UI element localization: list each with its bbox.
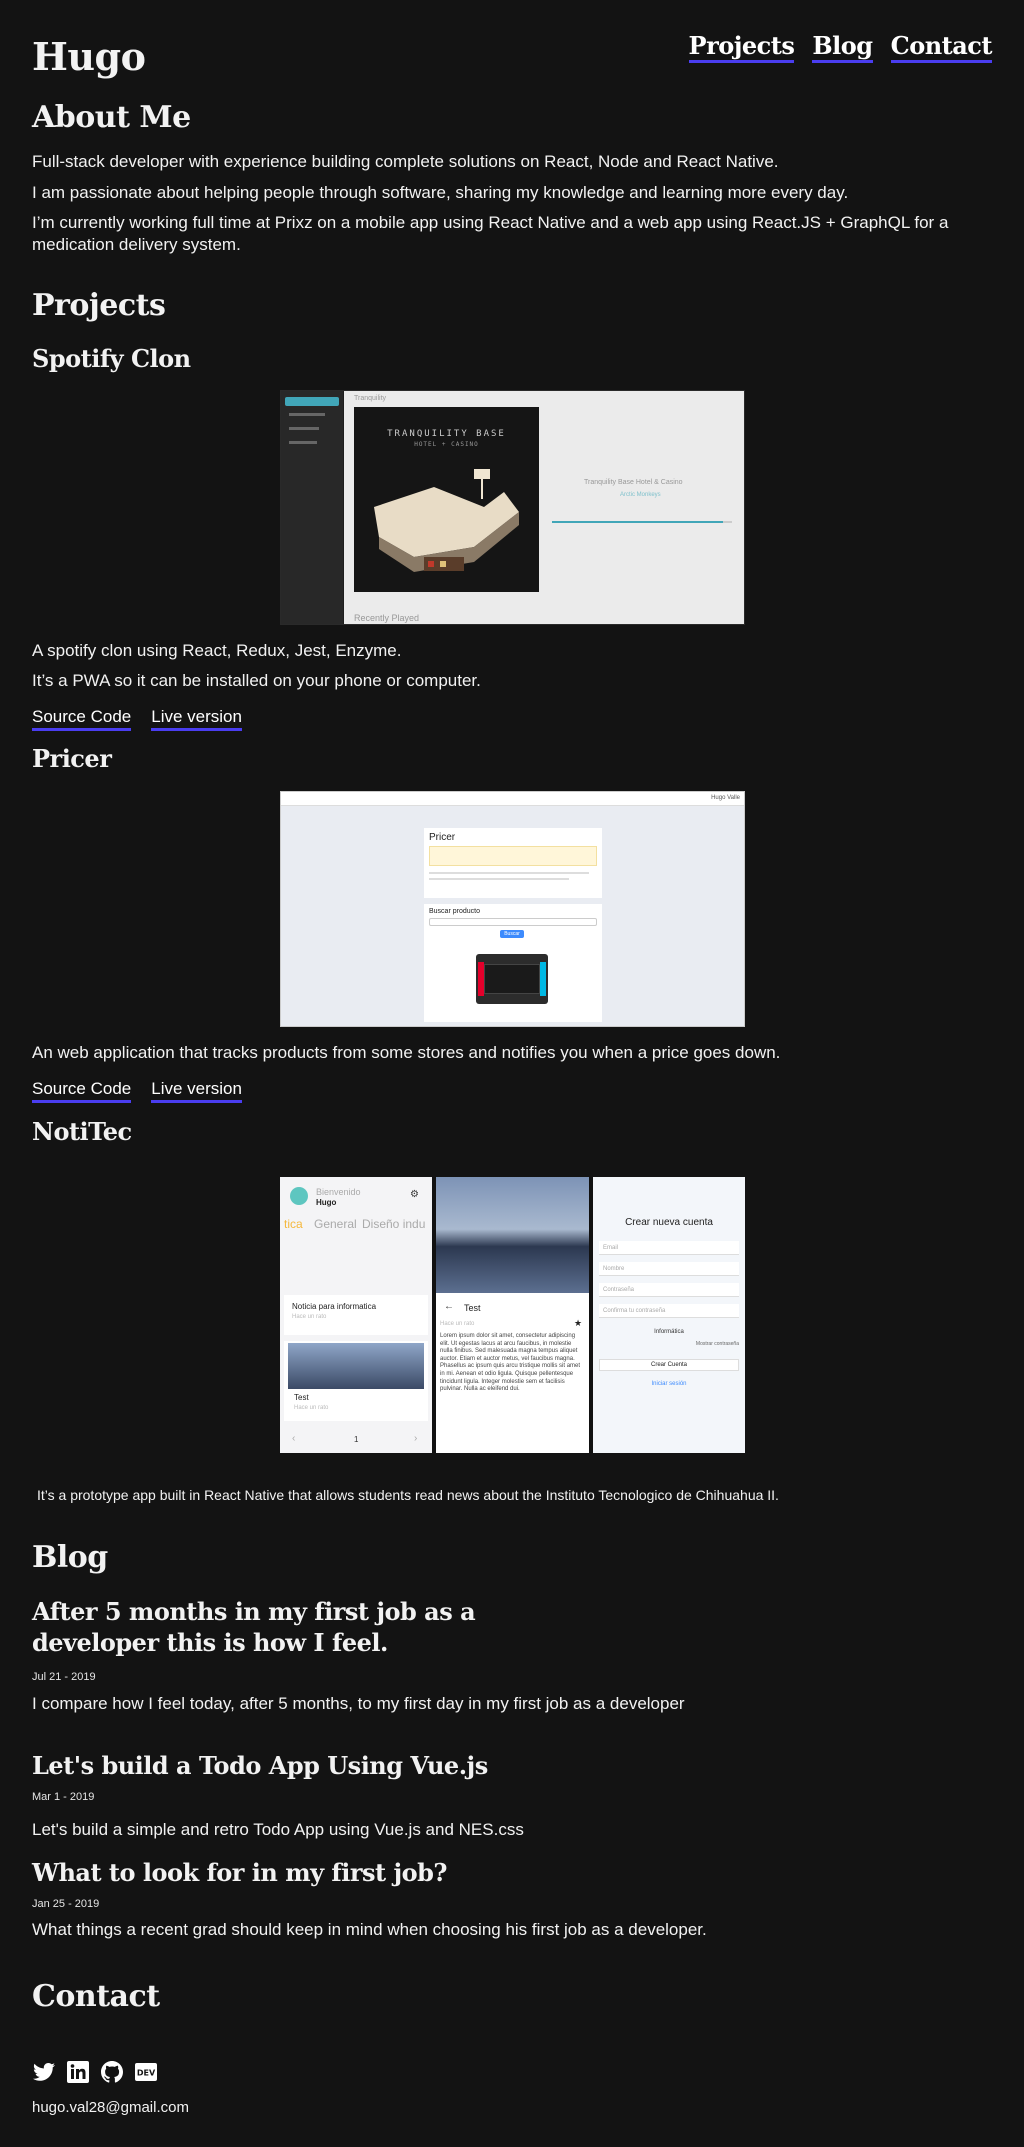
spotify-source-code-link[interactable]: Source Code <box>32 706 132 732</box>
tab-informatica[interactable]: tica <box>284 1217 303 1231</box>
pricer-live-version-link[interactable]: Live version <box>151 1078 242 1104</box>
post-summary-1: I compare how I feel today, after 5 mont… <box>32 1694 685 1713</box>
post-date-2: Mar 1 - 2019 <box>32 1791 95 1803</box>
next-page-icon[interactable]: › <box>414 1433 417 1444</box>
nav-blog[interactable]: Blog <box>812 32 873 63</box>
pricer-links: Source Code Live version <box>32 1078 242 1104</box>
spotify-description-1: A spotify clon using React, Redux, Jest,… <box>32 641 402 660</box>
pricer-search-input[interactable] <box>429 918 597 926</box>
nav-projects[interactable]: Projects <box>688 32 795 63</box>
news-subtitle: Hace un rato <box>292 1314 327 1320</box>
about-paragraph-3: I’m currently working full time at Prixz… <box>32 213 949 254</box>
news-card[interactable]: Noticia para informatica Hace un rato <box>284 1295 428 1335</box>
pricer-card: Pricer <box>424 828 602 898</box>
post-summary-3: What things a recent grad should keep in… <box>32 1920 707 1939</box>
linkedin-icon[interactable] <box>66 2060 90 2084</box>
post-summary-2: Let's build a simple and retro Todo App … <box>32 1820 524 1839</box>
project-title-notitec: NotiTec <box>32 1117 132 1146</box>
project-title-spotify: Spotify Clon <box>32 344 191 373</box>
create-account-button[interactable]: Crear Cuenta <box>599 1359 739 1371</box>
contact-heading: Contact <box>32 1979 160 2014</box>
projects-heading: Projects <box>32 288 166 323</box>
welcome-text: Bienvenido <box>316 1187 361 1197</box>
track-artist: Arctic Monkeys <box>620 492 661 498</box>
spotify-live-version-link[interactable]: Live version <box>151 706 242 732</box>
back-arrow-icon[interactable]: ← <box>444 1301 454 1312</box>
signup-title: Crear nueva cuenta <box>625 1217 713 1228</box>
site-name[interactable]: Hugo <box>32 34 146 79</box>
pricer-card-title: Pricer <box>429 832 456 843</box>
project-title-pricer: Pricer <box>32 744 112 773</box>
user-name: Hugo <box>316 1198 337 1207</box>
news-card-2[interactable]: Test Hace un rato <box>284 1341 428 1421</box>
tab-diseno[interactable]: Diseño indu <box>362 1217 425 1231</box>
article-body: Lorem ipsum dolor sit amet, consectetur … <box>440 1333 581 1393</box>
email-field[interactable]: Email <box>599 1241 739 1255</box>
tab-general[interactable]: General <box>314 1217 357 1231</box>
spotify-sidebar <box>281 391 343 624</box>
pricer-topbar: Hugo Valle <box>281 792 744 806</box>
article-time: Hace un rato <box>440 1321 475 1327</box>
progress-bar[interactable] <box>552 521 732 523</box>
article-title: Test <box>464 1303 481 1313</box>
post-title-3[interactable]: What to look for in my first job? <box>32 1857 447 1888</box>
bookmark-icon[interactable]: ★ <box>574 1318 582 1329</box>
twitter-icon[interactable] <box>32 2060 56 2084</box>
name-field[interactable]: Nombre <box>599 1262 739 1276</box>
news-title: Noticia para informatica <box>292 1302 377 1311</box>
login-link[interactable]: Iniciar sesión <box>593 1381 745 1387</box>
dev-icon[interactable]: DEV <box>134 2060 158 2084</box>
notitec-screenshot: Bienvenido Hugo ⚙ tica General Diseño in… <box>280 1177 745 1453</box>
spotify-screenshot: Tranquility TRANQUILITY BASE HOTEL + CAS… <box>280 390 745 625</box>
news-card-2-subtitle: Hace un rato <box>294 1405 329 1411</box>
main-nav: Projects Blog Contact <box>688 32 993 63</box>
confirm-password-field[interactable]: Confirma tu contraseña <box>599 1304 739 1318</box>
spotify-description-2: It’s a PWA so it can be installed on you… <box>32 671 481 690</box>
spotify-links: Source Code Live version <box>32 706 242 732</box>
pricer-screenshot: Hugo Valle Pricer Buscar producto Buscar <box>280 791 745 1027</box>
about-paragraph-1: Full-stack developer with experience bui… <box>32 152 779 171</box>
blog-heading: Blog <box>32 1540 108 1575</box>
post-date-1: Jul 21 - 2019 <box>32 1671 96 1683</box>
github-icon[interactable] <box>100 2060 124 2084</box>
notitec-article-screen: ← Test Hace un rato ★ Lorem ipsum dolor … <box>436 1177 589 1453</box>
pricer-user: Hugo Valle <box>711 795 740 801</box>
article-image <box>436 1177 589 1293</box>
pricer-source-code-link[interactable]: Source Code <box>32 1078 132 1104</box>
password-field[interactable]: Contraseña <box>599 1283 739 1297</box>
about-paragraph-2: I am passionate about helping people thr… <box>32 183 849 202</box>
pricer-description: An web application that tracks products … <box>32 1043 781 1062</box>
prev-page-icon[interactable]: ‹ <box>292 1433 295 1444</box>
svg-text:DEV: DEV <box>137 2069 156 2078</box>
about-heading: About Me <box>32 100 191 135</box>
news-card-2-title: Test <box>294 1393 309 1402</box>
social-links: DEV <box>32 2060 158 2084</box>
hotel-model-illustration <box>374 469 519 572</box>
pricer-search-title: Buscar producto <box>429 908 480 915</box>
show-password-toggle[interactable]: Mostrar contraseña <box>696 1341 739 1347</box>
product-image <box>476 954 548 1004</box>
track-title: Tranquility Base Hotel & Casino <box>584 479 683 486</box>
contact-email[interactable]: hugo.val28@gmail.com <box>32 2099 189 2116</box>
nav-contact[interactable]: Contact <box>890 32 993 63</box>
notitec-description: It’s a prototype app built in React Nati… <box>37 1487 779 1503</box>
pricer-search-card: Buscar producto Buscar <box>424 904 602 1022</box>
spotify-main: Tranquility TRANQUILITY BASE HOTEL + CAS… <box>344 391 744 624</box>
spotify-breadcrumb: Tranquility <box>354 395 387 402</box>
page-number: 1 <box>354 1435 359 1444</box>
career-select[interactable]: Informática <box>593 1329 745 1335</box>
pricer-search-button[interactable]: Buscar <box>500 930 524 938</box>
recently-played-label: Recently Played <box>354 613 420 623</box>
album-cover: TRANQUILITY BASE HOTEL + CASINO <box>354 407 539 592</box>
notitec-home-screen: Bienvenido Hugo ⚙ tica General Diseño in… <box>280 1177 432 1453</box>
post-title-2[interactable]: Let's build a Todo App Using Vue.js <box>32 1750 488 1781</box>
post-date-3: Jan 25 - 2019 <box>32 1898 100 1910</box>
settings-icon[interactable]: ⚙ <box>410 1189 419 1200</box>
post-title-1[interactable]: After 5 months in my first job as a deve… <box>32 1596 592 1658</box>
notitec-signup-screen: Crear nueva cuenta Email Nombre Contrase… <box>593 1177 745 1453</box>
